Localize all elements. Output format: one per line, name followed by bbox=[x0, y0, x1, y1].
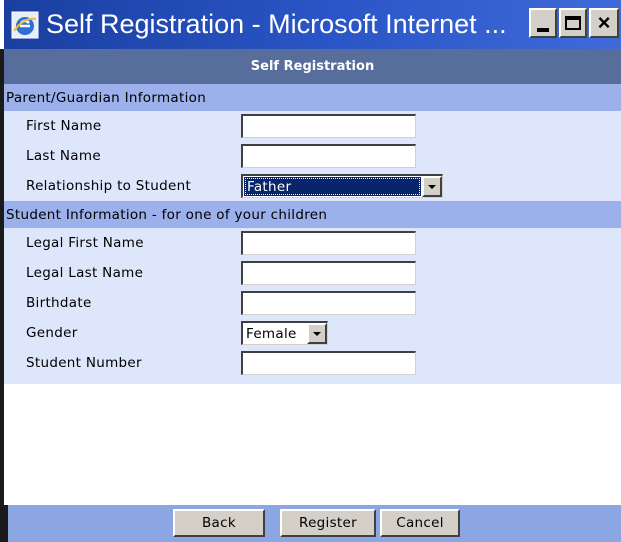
student-number-input[interactable] bbox=[241, 351, 416, 375]
student-number-row: Student Number bbox=[4, 348, 621, 378]
legal-last-name-label: Legal Last Name bbox=[26, 265, 144, 281]
gender-dropdown-button[interactable] bbox=[307, 323, 327, 344]
gender-select[interactable]: Female bbox=[241, 321, 328, 345]
relationship-label: Relationship to Student bbox=[26, 178, 192, 194]
last-name-label: Last Name bbox=[26, 148, 101, 164]
legal-last-name-input[interactable] bbox=[241, 261, 416, 285]
back-button[interactable]: Back bbox=[173, 509, 265, 537]
dropdown-arrow-icon bbox=[313, 331, 321, 336]
minimize-icon bbox=[537, 28, 549, 32]
birthdate-label: Birthdate bbox=[26, 295, 92, 311]
first-name-input[interactable] bbox=[241, 114, 416, 138]
window-title: Self Registration - Microsoft Internet .… bbox=[46, 9, 507, 39]
gender-label: Gender bbox=[26, 325, 78, 341]
parent-section-title: Parent/Guardian Information bbox=[6, 89, 207, 106]
internet-explorer-icon bbox=[10, 10, 40, 40]
close-icon: × bbox=[597, 10, 611, 35]
relationship-row: Relationship to Student Father bbox=[4, 171, 621, 201]
legal-first-name-row: Legal First Name bbox=[4, 228, 621, 258]
legal-first-name-input[interactable] bbox=[241, 231, 416, 255]
gender-row: Gender Female bbox=[4, 318, 621, 348]
register-button[interactable]: Register bbox=[280, 509, 376, 537]
page-content: Self Registration Parent/Guardian Inform… bbox=[4, 49, 621, 542]
form-bottom-padding bbox=[4, 378, 621, 384]
dropdown-arrow-icon bbox=[428, 184, 436, 189]
last-name-row: Last Name bbox=[4, 141, 621, 171]
first-name-label: First Name bbox=[26, 118, 102, 134]
birthdate-input[interactable] bbox=[241, 291, 416, 315]
parent-form: First Name Last Name Relationship to Stu… bbox=[4, 111, 621, 201]
last-name-input[interactable] bbox=[241, 144, 416, 168]
cancel-button[interactable]: Cancel bbox=[380, 509, 460, 537]
student-form: Legal First Name Legal Last Name Birthda… bbox=[4, 228, 621, 384]
browser-window: Self Registration - Microsoft Internet .… bbox=[0, 0, 621, 542]
legal-last-name-row: Legal Last Name bbox=[4, 258, 621, 288]
relationship-dropdown-button[interactable] bbox=[422, 176, 442, 197]
window-controls: × bbox=[529, 8, 619, 38]
page-header: Self Registration bbox=[4, 49, 621, 84]
student-number-label: Student Number bbox=[26, 355, 142, 371]
relationship-select[interactable]: Father bbox=[241, 174, 443, 198]
title-bar[interactable]: Self Registration - Microsoft Internet .… bbox=[4, 0, 621, 49]
birthdate-row: Birthdate bbox=[4, 288, 621, 318]
close-button[interactable]: × bbox=[589, 8, 619, 38]
maximize-icon bbox=[565, 16, 581, 30]
button-bar: Back Register Cancel bbox=[4, 505, 621, 542]
first-name-row: First Name bbox=[4, 111, 621, 141]
student-section-title: Student Information - for one of your ch… bbox=[6, 206, 328, 223]
maximize-button[interactable] bbox=[559, 8, 587, 38]
student-section-header: Student Information - for one of your ch… bbox=[4, 201, 621, 228]
relationship-selected-value: Father bbox=[244, 177, 421, 196]
gender-selected-value: Female bbox=[246, 325, 297, 342]
parent-section-header: Parent/Guardian Information bbox=[4, 84, 621, 111]
page-title: Self Registration bbox=[250, 59, 375, 74]
legal-first-name-label: Legal First Name bbox=[26, 235, 144, 251]
minimize-button[interactable] bbox=[529, 8, 557, 38]
